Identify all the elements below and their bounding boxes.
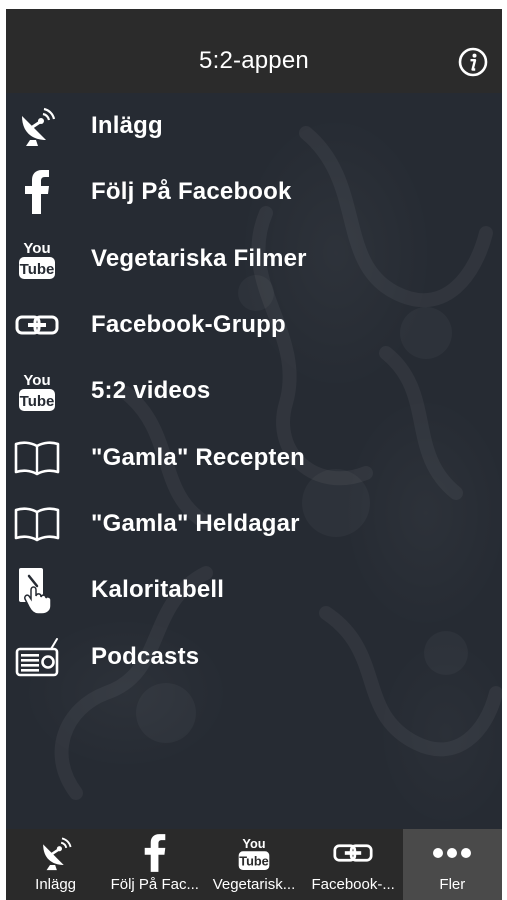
menu-item-follow-facebook[interactable]: Följ På Facebook bbox=[6, 159, 502, 225]
menu-item-facebook-group[interactable]: Facebook-Grupp bbox=[6, 292, 502, 358]
menu-item-old-full-days[interactable]: "Gamla" Heldagar bbox=[6, 491, 502, 557]
svg-text:You: You bbox=[23, 240, 50, 257]
youtube-icon: You Tube bbox=[14, 368, 60, 414]
menu-panel: Inlägg Följ På Facebook You Tube Vegetar… bbox=[6, 93, 502, 829]
info-circle-icon[interactable] bbox=[458, 47, 488, 77]
tab-bar: Inlägg Följ På Fac... You Tube Vegetaris… bbox=[6, 829, 502, 900]
menu-item-label: Facebook-Grupp bbox=[91, 311, 286, 339]
satellite-dish-icon bbox=[6, 833, 105, 873]
touch-tablet-icon bbox=[14, 567, 60, 615]
svg-text:You: You bbox=[23, 372, 50, 389]
satellite-dish-icon bbox=[14, 103, 60, 149]
tab-vegetarian-films[interactable]: You Tube Vegetarisk... bbox=[204, 829, 303, 900]
menu-item-label: Följ På Facebook bbox=[91, 178, 292, 206]
open-book-icon bbox=[14, 435, 60, 481]
tab-facebook-group[interactable]: Facebook-... bbox=[304, 829, 403, 900]
page-title: 5:2-appen bbox=[199, 47, 309, 74]
svg-text:Tube: Tube bbox=[239, 854, 269, 869]
menu-item-label: 5:2 videos bbox=[91, 377, 211, 405]
svg-text:Tube: Tube bbox=[20, 261, 55, 278]
menu-item-label: "Gamla" Recepten bbox=[91, 443, 306, 471]
tab-more[interactable]: Fler bbox=[402, 829, 502, 900]
youtube-icon: You Tube bbox=[14, 236, 60, 282]
navigation-bar: 5:2-appen bbox=[6, 9, 502, 93]
more-dots-icon bbox=[403, 833, 502, 873]
tab-label: Vegetarisk... bbox=[212, 876, 296, 893]
link-icon bbox=[14, 302, 60, 348]
open-book-icon bbox=[14, 501, 60, 547]
menu-item-label: Podcasts bbox=[91, 642, 200, 670]
tab-label: Facebook-... bbox=[311, 876, 395, 893]
app-screen: 5:2-appen Inlägg Följ På Facebook You Tu… bbox=[6, 9, 502, 900]
menu-item-52-videos[interactable]: You Tube 5:2 videos bbox=[6, 358, 502, 424]
youtube-icon: You Tube bbox=[204, 833, 303, 873]
menu-item-inlagg[interactable]: Inlägg bbox=[6, 93, 502, 159]
link-icon bbox=[304, 833, 403, 873]
menu-item-calorie-table[interactable]: Kaloritabell bbox=[6, 557, 502, 623]
menu-item-label: Vegetariska Filmer bbox=[91, 244, 307, 272]
radio-icon bbox=[14, 634, 60, 680]
menu-item-vegetarian-films[interactable]: You Tube Vegetariska Filmer bbox=[6, 226, 502, 292]
tab-label: Följ På Fac... bbox=[110, 876, 199, 893]
facebook-icon bbox=[14, 169, 60, 215]
menu-item-label: Inlägg bbox=[91, 112, 163, 140]
svg-text:You: You bbox=[242, 836, 265, 851]
tab-label: Inlägg bbox=[35, 876, 77, 893]
svg-text:Tube: Tube bbox=[20, 393, 55, 410]
menu-item-old-recipes[interactable]: "Gamla" Recepten bbox=[6, 424, 502, 490]
menu-list: Inlägg Följ På Facebook You Tube Vegetar… bbox=[6, 93, 502, 690]
menu-item-podcasts[interactable]: Podcasts bbox=[6, 623, 502, 689]
tab-inlagg[interactable]: Inlägg bbox=[6, 829, 105, 900]
menu-item-label: Kaloritabell bbox=[91, 576, 225, 604]
tab-label: Fler bbox=[439, 876, 466, 893]
facebook-icon bbox=[105, 833, 204, 873]
tab-follow-facebook[interactable]: Följ På Fac... bbox=[105, 829, 204, 900]
menu-item-label: "Gamla" Heldagar bbox=[91, 509, 300, 537]
